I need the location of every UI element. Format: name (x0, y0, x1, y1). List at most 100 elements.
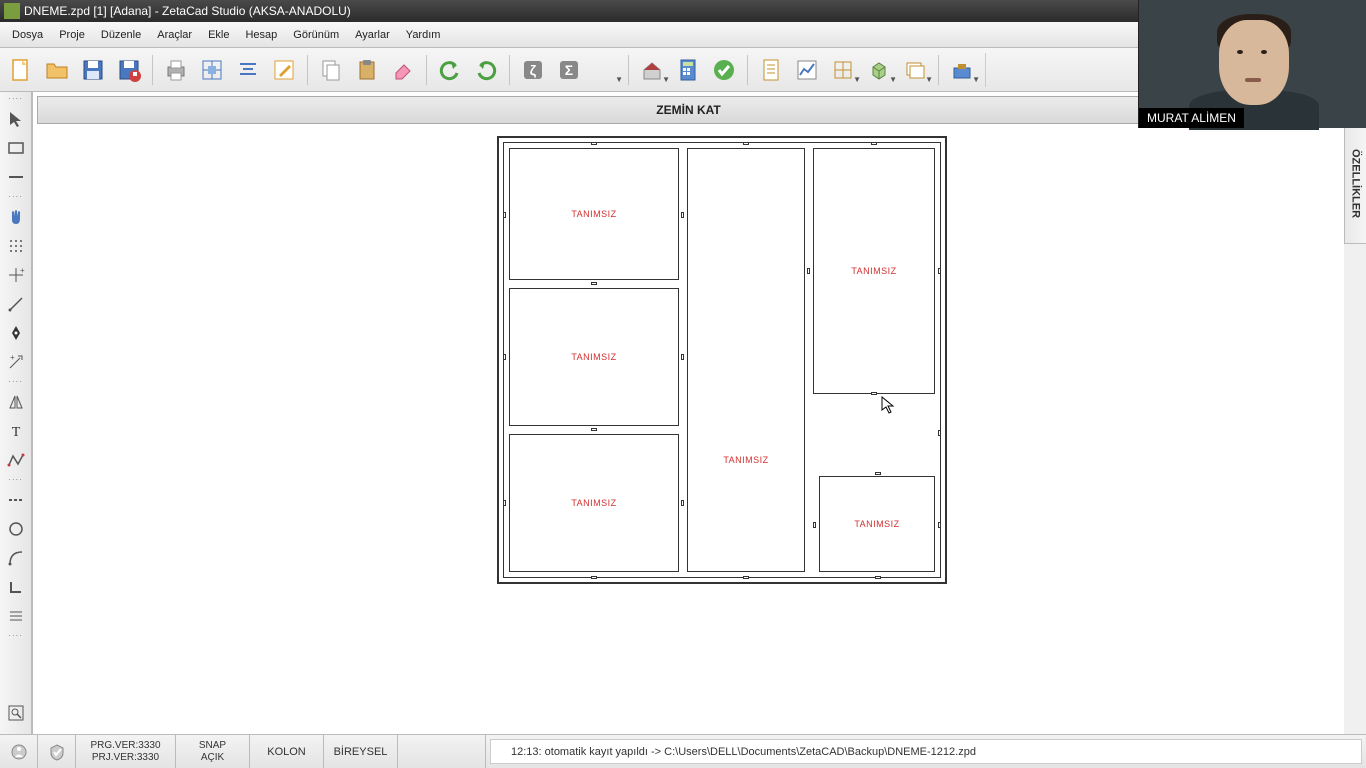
wall-marker (871, 392, 877, 395)
circle-tool[interactable] (2, 515, 30, 543)
properties-panel-tab[interactable]: ÖZELLİKLER (1344, 124, 1366, 244)
wall-marker (591, 282, 597, 285)
mirror-tool[interactable] (2, 388, 30, 416)
save-as-button[interactable] (112, 53, 146, 87)
save-file-button[interactable] (76, 53, 110, 87)
toolbox-dropdown-button[interactable]: ▼ (945, 53, 979, 87)
canvas-title: ZEMİN KAT (656, 103, 720, 117)
report-button[interactable] (754, 53, 788, 87)
snap-state: AÇIK (201, 752, 224, 764)
dashed-line-tool[interactable] (2, 486, 30, 514)
arc-tool[interactable] (2, 544, 30, 572)
chevron-down-icon: ▼ (853, 75, 861, 84)
structure-dropdown-button[interactable]: ▼ (826, 53, 860, 87)
pan-hand-tool[interactable] (2, 203, 30, 231)
calculator-button[interactable] (671, 53, 705, 87)
left-toolbar: ···· ···· + + ···· T ···· ···· (0, 92, 32, 734)
text-tool[interactable]: T (2, 417, 30, 445)
wall-marker (681, 354, 684, 360)
home-dropdown-button[interactable]: ▼ (635, 53, 669, 87)
align-center-button[interactable] (231, 53, 265, 87)
toolbar-grip: ···· (8, 475, 23, 485)
wall-marker (591, 142, 597, 145)
dropdown-empty-button[interactable]: ▼ (588, 53, 622, 87)
menu-hesap[interactable]: Hesap (237, 25, 285, 45)
toolbar-separator (426, 55, 427, 85)
move-tool[interactable]: + (2, 348, 30, 376)
bireysel-button[interactable]: BİREYSEL (324, 735, 398, 768)
select-pointer-tool[interactable] (2, 105, 30, 133)
room[interactable]: TANIMSIZ (819, 476, 935, 572)
wall-marker (503, 500, 506, 506)
svg-text:+: + (10, 353, 15, 362)
drawing-canvas[interactable]: TANIMSIZ TANIMSIZ TANIMSIZ TANIMSIZ TANI… (37, 128, 1340, 730)
wall-marker (875, 576, 881, 579)
grid-align-button[interactable] (195, 53, 229, 87)
open-file-button[interactable] (40, 53, 74, 87)
menu-ayarlar[interactable]: Ayarlar (347, 25, 398, 45)
status-bar: PRG.VER:3330 PRJ.VER:3330 SNAP AÇIK KOLO… (0, 734, 1366, 768)
menu-duzenle[interactable]: Düzenle (93, 25, 149, 45)
room[interactable]: TANIMSIZ (813, 148, 935, 394)
webcam-overlay: MURAT ALİMEN (1138, 0, 1366, 128)
paste-button[interactable] (350, 53, 384, 87)
menu-ekle[interactable]: Ekle (200, 25, 237, 45)
diagonal-tool[interactable] (2, 290, 30, 318)
check-ok-button[interactable] (707, 53, 741, 87)
snap-cell[interactable]: SNAP AÇIK (176, 735, 250, 768)
prg-version: PRG.VER:3330 (90, 740, 160, 752)
zoom-region-tool[interactable] (2, 699, 30, 727)
corner-tool[interactable] (2, 573, 30, 601)
cube-dropdown-button[interactable]: ▼ (862, 53, 896, 87)
dimension-tool[interactable] (2, 602, 30, 630)
status-icon-1[interactable] (0, 735, 38, 768)
pen-nib-tool[interactable] (2, 319, 30, 347)
room-label: TANIMSIZ (723, 455, 768, 465)
room[interactable]: TANIMSIZ (509, 288, 679, 426)
zeta-z-button[interactable]: ζ (516, 53, 550, 87)
polyline-tool[interactable] (2, 446, 30, 474)
copy-button[interactable] (314, 53, 348, 87)
chevron-down-icon: ▼ (889, 75, 897, 84)
toolbar-separator (509, 55, 510, 85)
toolbar-separator (307, 55, 308, 85)
menu-gorunum[interactable]: Görünüm (285, 25, 347, 45)
wall-marker (681, 500, 684, 506)
menu-dosya[interactable]: Dosya (4, 25, 51, 45)
status-message: 12:13: otomatik kayıt yapıldı -> C:\User… (490, 739, 1362, 764)
menu-proje[interactable]: Proje (51, 25, 93, 45)
erase-button[interactable] (386, 53, 420, 87)
room[interactable]: TANIMSIZ (509, 148, 679, 280)
room-label: TANIMSIZ (571, 352, 616, 362)
menu-araclar[interactable]: Araçlar (149, 25, 200, 45)
chevron-down-icon: ▼ (925, 75, 933, 84)
crosshair-tool[interactable]: + (2, 261, 30, 289)
redo-button[interactable] (469, 53, 503, 87)
menu-yardim[interactable]: Yardım (398, 25, 449, 45)
window-title: DNEME.zpd [1] [Adana] - ZetaCad Studio (… (24, 4, 351, 18)
room[interactable]: TANIMSIZ (687, 148, 805, 572)
print-button[interactable] (159, 53, 193, 87)
room[interactable]: TANIMSIZ (509, 434, 679, 572)
status-icon-2[interactable] (38, 735, 76, 768)
prj-version: PRJ.VER:3330 (92, 752, 159, 764)
kolon-button[interactable]: KOLON (250, 735, 324, 768)
toolbar-grip: ···· (8, 377, 23, 387)
window-dropdown-button[interactable]: ▼ (898, 53, 932, 87)
svg-text:Σ: Σ (565, 62, 573, 78)
edit-note-button[interactable] (267, 53, 301, 87)
rectangle-tool[interactable] (2, 134, 30, 162)
toolbar-separator (628, 55, 629, 85)
chart-button[interactable] (790, 53, 824, 87)
undo-button[interactable] (433, 53, 467, 87)
zeta-sigma-button[interactable]: Σ (552, 53, 586, 87)
wall-marker (807, 268, 810, 274)
chevron-down-icon: ▼ (662, 75, 670, 84)
wall-marker (938, 430, 941, 436)
wall-marker (743, 142, 749, 145)
toolbar-overflow[interactable] (985, 53, 995, 87)
wall-marker (681, 212, 684, 218)
line-tool[interactable] (2, 163, 30, 191)
grid-points-tool[interactable] (2, 232, 30, 260)
new-file-button[interactable] (4, 53, 38, 87)
